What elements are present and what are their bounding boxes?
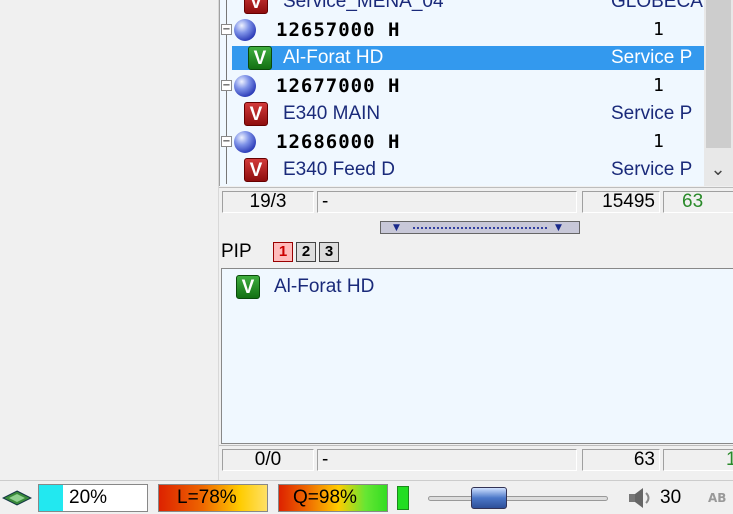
ab-label: AB	[708, 491, 727, 505]
collapse-toggle-icon[interactable]: −	[221, 80, 232, 91]
pip-button-2[interactable]: 2	[296, 242, 316, 262]
service-row[interactable]: V E340 Feed D Service P	[220, 156, 733, 184]
video-service-icon: V	[244, 0, 268, 14]
volume-slider-thumb[interactable]	[471, 487, 507, 509]
pip-status-bar: 0/0 - 63 1	[219, 445, 733, 472]
service-provider: Service P	[611, 159, 693, 180]
service-name: E340 MAIN	[283, 103, 381, 124]
transponder-column-value: 1	[653, 19, 664, 40]
collapse-toggle-icon[interactable]: −	[221, 24, 232, 35]
signal-strength-value: 20%	[69, 487, 108, 508]
pane-splitter[interactable]: ▼ ▼	[380, 221, 580, 234]
service-name: Al-Forat HD	[283, 47, 384, 68]
service-provider: Service P	[611, 103, 693, 124]
pip-toolbar: PIP 1 2 3	[219, 236, 733, 268]
signal-bar: 20% L=78% Q=98% 30 AB	[0, 480, 733, 514]
pip-count2-field: 1	[663, 449, 733, 471]
splitter-grip	[413, 227, 547, 229]
channel-status-bar: 19/3 - 15495 63	[219, 187, 733, 214]
scrollbar-thumb[interactable]	[706, 0, 731, 148]
tree-connector	[226, 156, 227, 184]
video-service-icon: V	[236, 275, 260, 299]
pip-status-field: -	[317, 449, 577, 471]
pip-button-1[interactable]: 1	[273, 242, 293, 262]
signal-strength-fill	[39, 485, 63, 511]
signal-level-value: L=78%	[177, 487, 237, 508]
collapse-left-icon[interactable]: ▼	[393, 224, 400, 233]
lock-indicator	[397, 486, 409, 510]
transponder-frequency: 12677000 H	[276, 75, 401, 97]
satellite-globe-icon	[234, 19, 256, 41]
volume-slider-track[interactable]	[428, 496, 608, 501]
pip-position-field: 0/0	[222, 449, 314, 471]
pip-list[interactable]: V Al-Forat HD	[221, 268, 733, 444]
satellite-globe-icon	[234, 75, 256, 97]
pip-button-3[interactable]: 3	[319, 242, 339, 262]
left-pane	[0, 0, 219, 480]
tree-connector	[226, 0, 227, 16]
chevron-down-icon[interactable]: ⌄	[708, 158, 728, 182]
service-name: E340 Feed D	[283, 159, 395, 180]
transponder-column-value: 1	[653, 75, 664, 96]
service-row[interactable]: V E340 MAIN Service P	[220, 100, 733, 128]
count2-field: 63	[663, 191, 733, 213]
transponder-column-value: 1	[653, 131, 664, 152]
satellite-icon	[2, 490, 32, 506]
speaker-icon[interactable]	[626, 486, 654, 510]
tree-connector	[226, 100, 227, 128]
status-field: -	[317, 191, 577, 213]
position-field: 19/3	[222, 191, 314, 213]
transponder-row[interactable]: − 12657000 H 1	[220, 16, 733, 44]
signal-level-meter: L=78%	[158, 484, 268, 512]
video-service-icon: V	[248, 46, 272, 70]
pip-list-item[interactable]: V Al-Forat HD	[222, 269, 732, 305]
pip-label: PIP	[221, 241, 252, 262]
channel-list-scrollbar[interactable]: ⌄	[704, 0, 733, 186]
pip-count-field: 63	[582, 449, 660, 471]
tree-connector	[226, 44, 227, 72]
transponder-row[interactable]: − 12686000 H 1	[220, 128, 733, 156]
service-row[interactable]: V Al-Forat HD Service P	[220, 44, 733, 72]
video-service-icon: V	[244, 158, 268, 182]
service-row[interactable]: V Service_MENA_04 GLOBECA	[220, 0, 733, 16]
channel-tree[interactable]: V Service_MENA_04 GLOBECA − 12657000 H 1 V Al-F…	[219, 0, 733, 186]
channel-count-field: 15495	[582, 191, 660, 213]
transponder-frequency: 12657000 H	[276, 19, 401, 41]
collapse-right-icon[interactable]: ▼	[555, 224, 562, 233]
service-provider: Service P	[611, 47, 693, 68]
signal-strength-meter: 20%	[38, 484, 148, 512]
signal-quality-value: Q=98%	[293, 487, 357, 508]
collapse-toggle-icon[interactable]: −	[221, 136, 232, 147]
satellite-globe-icon	[234, 131, 256, 153]
volume-value: 30	[660, 487, 682, 508]
app-window: V Service_MENA_04 GLOBECA −12657000 H 1 V Al-F…	[0, 0, 733, 514]
service-name: Service_MENA_04	[283, 0, 444, 12]
signal-quality-meter: Q=98%	[278, 484, 388, 512]
service-provider: GLOBECA	[611, 0, 703, 12]
transponder-row[interactable]: − 12677000 H 1	[220, 72, 733, 100]
pip-item-name: Al-Forat HD	[274, 276, 375, 297]
transponder-frequency: 12686000 H	[276, 131, 401, 153]
video-service-icon: V	[244, 102, 268, 126]
